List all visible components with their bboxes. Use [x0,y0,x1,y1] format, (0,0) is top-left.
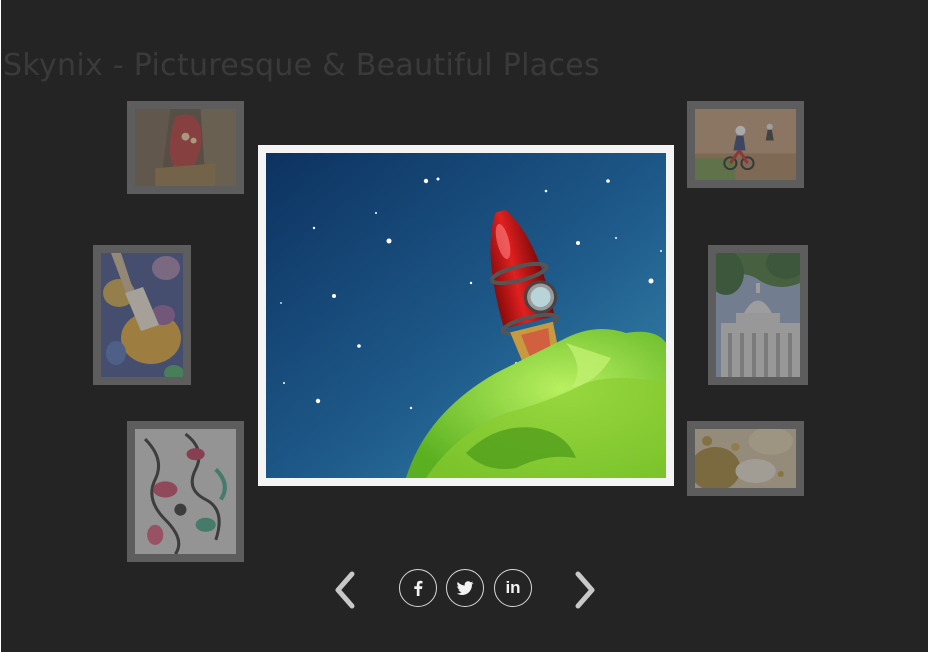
featured-image-rocket[interactable] [258,145,674,486]
twitter-icon [456,581,474,595]
chevron-right-icon [575,571,595,609]
thumbnail-tribal-mask[interactable] [127,101,244,194]
thumbnail-paintbrush-watercolors[interactable] [93,245,191,385]
thumbnail-motocross-riders[interactable] [687,101,804,188]
thumbnail-capitol-building[interactable] [708,245,808,385]
next-button[interactable] [564,570,604,610]
twitter-share-button[interactable] [446,569,484,607]
gallery-title: Skynix - Picturesque & Beautiful Places [3,48,600,83]
facebook-share-button[interactable] [399,569,437,607]
facebook-icon [414,580,423,596]
prev-button[interactable] [326,570,366,610]
linkedin-share-button[interactable]: in [494,569,532,607]
chevron-left-icon [335,571,355,609]
thumbnail-doodle-art[interactable] [127,421,244,562]
rocket-illustration [266,153,666,478]
gallery-stage: Skynix - Picturesque & Beautiful Places [1,0,928,652]
thumbnail-autumn-puddle[interactable] [687,421,804,496]
linkedin-icon: in [505,578,521,597]
